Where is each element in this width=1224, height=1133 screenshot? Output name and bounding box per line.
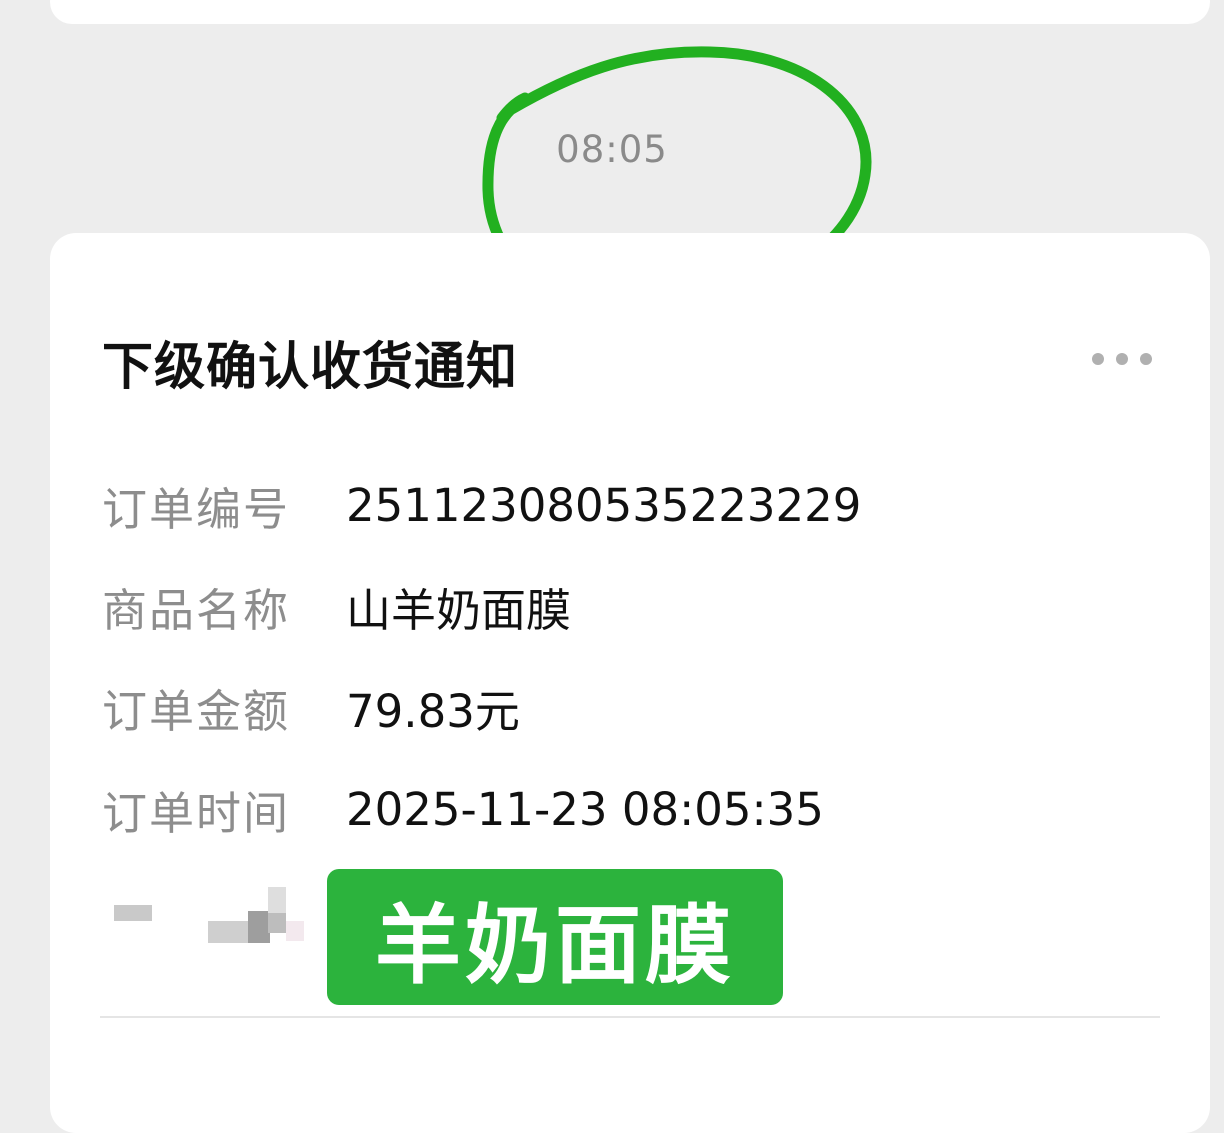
field-label: 商品名称: [102, 583, 291, 637]
field-value: 2025-11-23 08:05:35: [346, 782, 824, 836]
field-label: 订单时间: [102, 786, 291, 840]
dot: [1116, 353, 1128, 365]
more-dots-icon[interactable]: [1092, 347, 1152, 371]
field-value: 251123080535223229: [346, 478, 862, 532]
field-order-amount: 订单金额 79.83元: [102, 677, 520, 738]
product-banner: 羊奶面膜: [327, 869, 783, 1005]
pixelated-redaction: [110, 883, 310, 953]
previous-message-card: [50, 0, 1210, 24]
field-order-time: 订单时间 2025-11-23 08:05:35: [102, 779, 824, 840]
notification-card[interactable]: 下级确认收货通知 订单编号 251123080535223229 商品名称 山羊…: [50, 233, 1210, 1133]
dot: [1140, 353, 1152, 365]
field-label: 订单金额: [102, 684, 291, 738]
dot: [1092, 353, 1104, 365]
field-label: 订单编号: [102, 482, 291, 536]
notification-title: 下级确认收货通知: [102, 338, 519, 397]
field-value: 79.83元: [346, 684, 520, 738]
field-order-number: 订单编号 251123080535223229: [102, 475, 862, 536]
field-product-name: 商品名称 山羊奶面膜: [102, 576, 572, 637]
field-value: 山羊奶面膜: [346, 583, 572, 637]
card-divider: [100, 1016, 1160, 1018]
